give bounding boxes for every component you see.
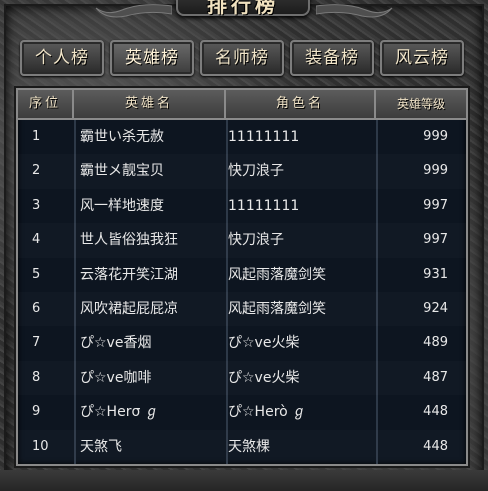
table-row[interactable]: 10 天煞飞 天煞棵 448 (18, 430, 466, 464)
ranking-table: 序位 英雄名 角色名 英雄等级 1 霸世い杀无赦 11111111 999 2 … (16, 88, 468, 466)
role-name-cell: 11111111 (228, 197, 300, 214)
role-name-cell: ぴ☆Herò ℊ (228, 404, 307, 421)
hero-name-cell: 世人皆俗独我狂 (80, 232, 178, 249)
table-body: 1 霸世い杀无赦 11111111 999 2 霸世メ靓宝贝 快刀浪子 999 … (18, 120, 466, 464)
role-name-cell: 风起雨落魔剑笑 (228, 266, 326, 283)
tab-personal[interactable]: 个人榜 (20, 40, 104, 76)
role-name-cell: 快刀浪子 (228, 232, 284, 249)
leaderboard-window: 排行榜 个人榜 英雄榜 名师榜 装备榜 风云榜 序位 英雄名 角色名 英雄等级 … (0, 0, 488, 491)
table-row[interactable]: 8 ぴ☆ve咖啡 ぴ☆ve火柴 487 (18, 361, 466, 395)
hero-name-cell: 天煞飞 (80, 438, 122, 455)
rank-cell: 7 (32, 335, 41, 351)
hero-name-cell: 风吹裙起屁屁凉 (80, 301, 178, 317)
rank-cell: 4 (32, 232, 41, 248)
role-name-cell: 天煞棵 (228, 438, 270, 455)
rank-cell: 9 (32, 404, 41, 420)
hero-name-cell: ぴ☆ve咖啡 (80, 369, 152, 386)
role-name-cell: 风起雨落魔剑笑 (228, 301, 326, 317)
table-row[interactable]: 9 ぴ☆Herσ ℊ ぴ☆Herò ℊ 448 (18, 395, 466, 429)
table-row[interactable]: 4 世人皆俗独我狂 快刀浪子 997 (18, 223, 466, 257)
hero-level-cell: 924 (423, 301, 448, 316)
hero-name-cell: 霸世メ靓宝贝 (80, 163, 164, 180)
table-row[interactable]: 5 云落花开笑江湖 风起雨落魔剑笑 931 (18, 258, 466, 292)
hero-level-cell: 489 (423, 335, 448, 351)
hero-level-cell: 931 (423, 266, 448, 282)
rank-cell: 2 (32, 163, 41, 179)
table-row[interactable]: 6 风吹裙起屁屁凉 风起雨落魔剑笑 924 (18, 292, 466, 326)
hero-name-cell: 霸世い杀无赦 (80, 129, 164, 145)
hero-level-cell: 487 (423, 369, 448, 385)
table-row[interactable]: 1 霸世い杀无赦 11111111 999 (18, 120, 466, 154)
window-title-text: 排行榜 (207, 0, 279, 17)
hero-name-cell: 风一样地速度 (80, 197, 164, 214)
role-name-cell: ぴ☆ve火柴 (228, 335, 300, 352)
rank-cell: 3 (32, 197, 41, 213)
rank-cell: 8 (32, 369, 41, 385)
ornament-right (315, 0, 396, 24)
tab-master[interactable]: 名师榜 (200, 40, 284, 76)
rank-cell: 10 (32, 438, 49, 454)
hero-level-cell: 999 (423, 163, 448, 179)
hero-name-cell: ぴ☆Herσ ℊ (80, 404, 159, 421)
table-row[interactable]: 7 ぴ☆ve香烟 ぴ☆ve火柴 489 (18, 326, 466, 360)
bottom-frame (0, 470, 488, 491)
rank-cell: 1 (32, 129, 41, 144)
role-name-cell: 快刀浪子 (228, 163, 284, 180)
table-header: 序位 英雄名 角色名 英雄等级 (18, 90, 466, 120)
table-row[interactable]: 2 霸世メ靓宝贝 快刀浪子 999 (18, 154, 466, 188)
window-title: 排行榜 (176, 0, 310, 16)
header-rank: 序位 (18, 90, 74, 118)
tab-equipment[interactable]: 装备榜 (290, 40, 374, 76)
hero-name-cell: ぴ☆ve香烟 (80, 335, 152, 352)
tab-fengyun[interactable]: 风云榜 (380, 40, 464, 76)
hero-level-cell: 997 (423, 232, 448, 248)
ranking-tabs: 个人榜 英雄榜 名师榜 装备榜 风云榜 (20, 40, 468, 78)
tab-hero[interactable]: 英雄榜 (110, 40, 194, 76)
header-role-name: 角色名 (226, 90, 376, 118)
hero-name-cell: 云落花开笑江湖 (80, 266, 178, 283)
hero-level-cell: 448 (423, 404, 448, 420)
hero-level-cell: 999 (423, 129, 448, 144)
table-row[interactable]: 3 风一样地速度 11111111 997 (18, 189, 466, 223)
rank-cell: 5 (32, 266, 41, 282)
hero-level-cell: 997 (423, 197, 448, 213)
header-hero-level: 英雄等级 (396, 97, 445, 111)
ornament-left (92, 0, 173, 24)
role-name-cell: ぴ☆ve火柴 (228, 369, 300, 386)
header-hero-name: 英雄名 (74, 90, 226, 118)
hero-level-cell: 448 (423, 438, 448, 454)
role-name-cell: 11111111 (228, 129, 300, 145)
rank-cell: 6 (32, 301, 41, 316)
